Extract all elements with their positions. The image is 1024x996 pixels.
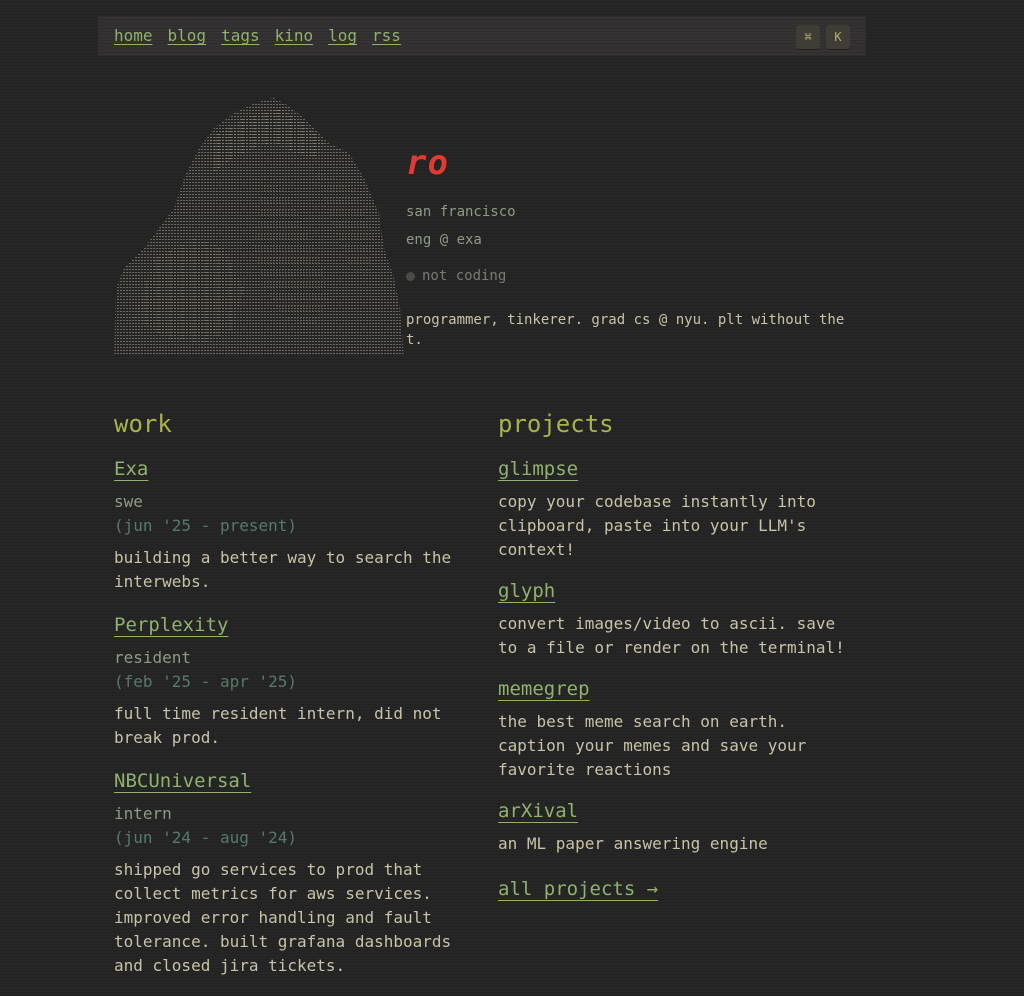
project-link[interactable]: glyph bbox=[498, 578, 555, 604]
coding-status: not coding bbox=[406, 266, 866, 286]
project-entry: glimpse copy your codebase instantly int… bbox=[498, 456, 858, 562]
profile-location: san francisco bbox=[406, 204, 516, 220]
k-key-badge[interactable]: K bbox=[826, 25, 850, 49]
job-description: shipped go services to prod that collect… bbox=[114, 860, 452, 975]
job-company-link[interactable]: Exa bbox=[114, 456, 148, 482]
nav-link-log[interactable]: log bbox=[328, 26, 357, 46]
status-text: not coding bbox=[422, 268, 507, 284]
top-navbar: home blog tags kino log rss ⌘ K bbox=[98, 16, 866, 56]
nav-link-kino[interactable]: kino bbox=[275, 26, 314, 46]
projects-section: projects glimpse copy your codebase inst… bbox=[498, 406, 858, 902]
job-entry: Perplexity resident (feb '25 - apr '25) … bbox=[114, 612, 474, 750]
work-section: work Exa swe (jun '25 - present) buildin… bbox=[114, 406, 474, 996]
job-entry: NBCUniversal intern (jun '24 - aug '24) … bbox=[114, 768, 474, 978]
projects-title: projects bbox=[498, 410, 614, 438]
project-description: copy your codebase instantly into clipbo… bbox=[498, 492, 816, 559]
profile-role: eng @ exa bbox=[406, 232, 482, 248]
job-dates: (feb '25 - apr '25) bbox=[114, 672, 298, 691]
command-key-icon[interactable]: ⌘ bbox=[796, 25, 820, 49]
job-entry: Exa swe (jun '25 - present) building a b… bbox=[114, 456, 474, 594]
job-dates: (jun '25 - present) bbox=[114, 516, 298, 535]
project-entry: glyph convert images/video to ascii. sav… bbox=[498, 578, 858, 660]
status-dot-icon bbox=[406, 271, 415, 281]
job-company-link[interactable]: Perplexity bbox=[114, 612, 228, 638]
nav-link-blog[interactable]: blog bbox=[168, 26, 207, 46]
project-description: an ML paper answering engine bbox=[498, 834, 768, 853]
command-palette-shortcut[interactable]: ⌘ K bbox=[796, 25, 850, 49]
nav-links: home blog tags kino log rss bbox=[114, 26, 401, 46]
nav-link-tags[interactable]: tags bbox=[221, 26, 260, 46]
nav-link-home[interactable]: home bbox=[114, 26, 153, 46]
project-entry: memegrep the best meme search on earth. … bbox=[498, 676, 858, 782]
project-entry: arXival an ML paper answering engine bbox=[498, 798, 858, 856]
job-description: full time resident intern, did not break… bbox=[114, 704, 442, 747]
all-projects-link[interactable]: all projects → bbox=[498, 876, 658, 902]
job-dates: (jun '24 - aug '24) bbox=[114, 828, 298, 847]
project-description: convert images/video to ascii. save to a… bbox=[498, 614, 845, 657]
profile-header: ro san francisco eng @ exa not coding pr… bbox=[406, 140, 866, 350]
project-link[interactable]: arXival bbox=[498, 798, 578, 824]
project-link[interactable]: memegrep bbox=[498, 676, 590, 702]
ascii-portrait-image bbox=[114, 98, 404, 356]
profile-bio: programmer, tinkerer. grad cs @ nyu. plt… bbox=[406, 312, 845, 348]
project-link[interactable]: glimpse bbox=[498, 456, 578, 482]
profile-name: ro bbox=[406, 143, 449, 183]
job-role: swe bbox=[114, 492, 143, 511]
job-company-link[interactable]: NBCUniversal bbox=[114, 768, 251, 794]
job-role: intern bbox=[114, 804, 172, 823]
job-role: resident bbox=[114, 648, 192, 667]
nav-link-rss[interactable]: rss bbox=[372, 26, 401, 46]
work-title: work bbox=[114, 410, 172, 438]
project-description: the best meme search on earth. caption y… bbox=[498, 712, 807, 779]
job-description: building a better way to search the inte… bbox=[114, 548, 452, 591]
